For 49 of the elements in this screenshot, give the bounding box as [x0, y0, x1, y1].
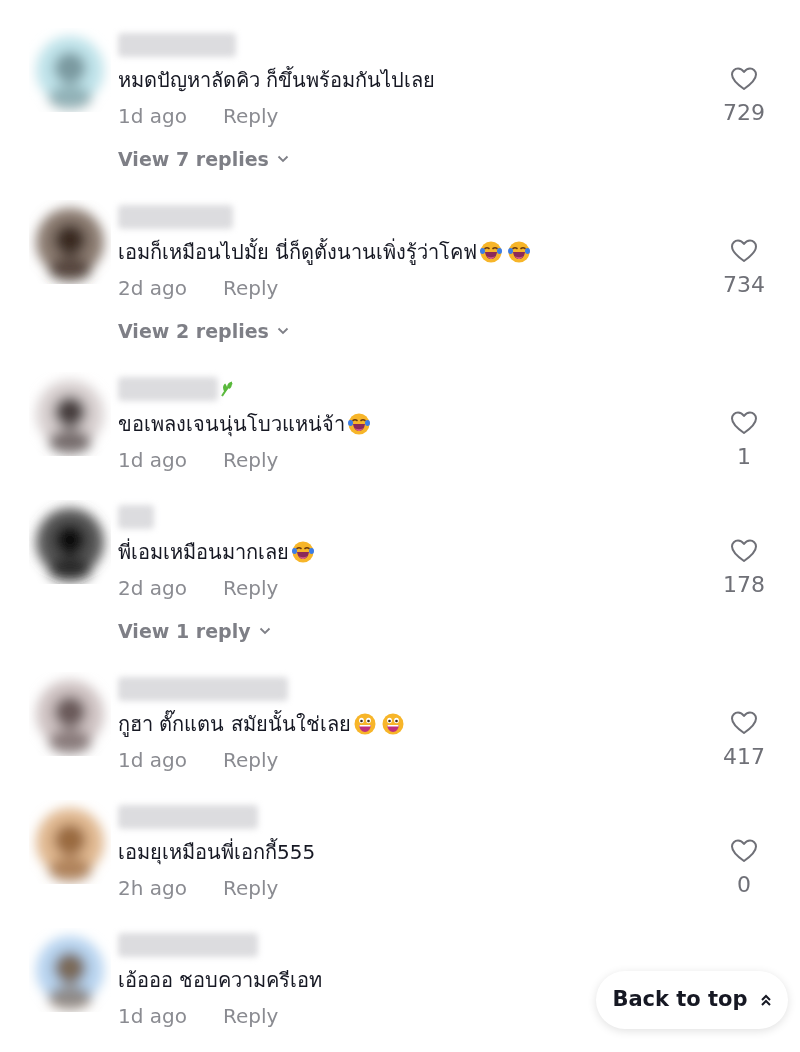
comment-text: เอ้อออ ชอบความครีเอท	[118, 967, 323, 994]
reply-button[interactable]: Reply	[222, 1001, 279, 1031]
reply-button[interactable]: Reply	[222, 273, 279, 303]
laughing-tears-emoji-icon	[507, 240, 532, 264]
heart-icon[interactable]	[730, 66, 758, 92]
comment-text: เอมยุเหมือนพี่เอกกี้555	[118, 837, 316, 867]
reply-button[interactable]: Reply	[222, 873, 279, 903]
heart-icon[interactable]	[730, 538, 758, 564]
timestamp: 2d ago	[118, 575, 187, 602]
grinning-emoji-icon	[380, 712, 405, 736]
laughing-tears-emoji-icon	[291, 540, 315, 564]
like-count: 0	[737, 871, 751, 899]
timestamp: 1d ago	[118, 103, 187, 130]
heart-icon[interactable]	[730, 238, 758, 264]
timestamp: 2h ago	[118, 875, 187, 902]
comment-text: หมดปัญหาลัดคิว ก็ขึ้นพร้อมกันไปเลย	[118, 65, 436, 94]
reply-button[interactable]: Reply	[222, 101, 279, 131]
laughing-tears-emoji-icon	[347, 412, 371, 436]
like-count: 1	[737, 443, 751, 471]
reply-button[interactable]: Reply	[222, 445, 279, 475]
heart-icon[interactable]	[730, 838, 758, 864]
reply-button[interactable]: Reply	[222, 573, 279, 603]
laughing-tears-emoji-icon	[479, 240, 504, 264]
chevron-down-icon	[276, 327, 289, 335]
comment-text: พี่เอมเหมือนมากเลย	[118, 537, 289, 566]
timestamp: 1d ago	[118, 447, 187, 474]
grinning-emoji-icon	[352, 712, 377, 736]
comment-text: กูฮา ตั๊กแตน สมัยนั้นใช่เลย	[118, 709, 351, 739]
comment-text: เอมก็เหมือนไปมั้ย นี่ก็ดูตั้งนานเพิ่งรู้ว่าโคฟ	[118, 237, 478, 267]
chevron-down-icon	[276, 155, 289, 163]
view-replies-button[interactable]: View 2 replies	[118, 312, 289, 350]
timestamp: 1d ago	[118, 1003, 187, 1030]
like-count: 417	[723, 743, 765, 771]
heart-icon[interactable]	[730, 410, 758, 436]
leaf-icon	[220, 381, 234, 397]
blurred-username	[118, 505, 154, 529]
comment-text: ขอเพลงเจนนุ่นโบวแหน่จ้า	[118, 411, 345, 439]
view-replies-button[interactable]: View 1 reply	[118, 612, 271, 650]
like-count: 729	[723, 99, 765, 127]
timestamp: 1d ago	[118, 747, 187, 774]
view-replies-button[interactable]: View 7 replies	[118, 140, 289, 178]
double-chevron-up-icon	[759, 993, 772, 1007]
reply-button[interactable]: Reply	[222, 745, 279, 775]
back-to-top-button[interactable]: Back to top	[596, 971, 788, 1029]
chevron-down-icon	[258, 627, 271, 635]
timestamp: 2d ago	[118, 275, 187, 302]
heart-icon[interactable]	[730, 710, 758, 736]
like-count: 734	[723, 271, 765, 299]
like-count: 178	[723, 571, 765, 599]
